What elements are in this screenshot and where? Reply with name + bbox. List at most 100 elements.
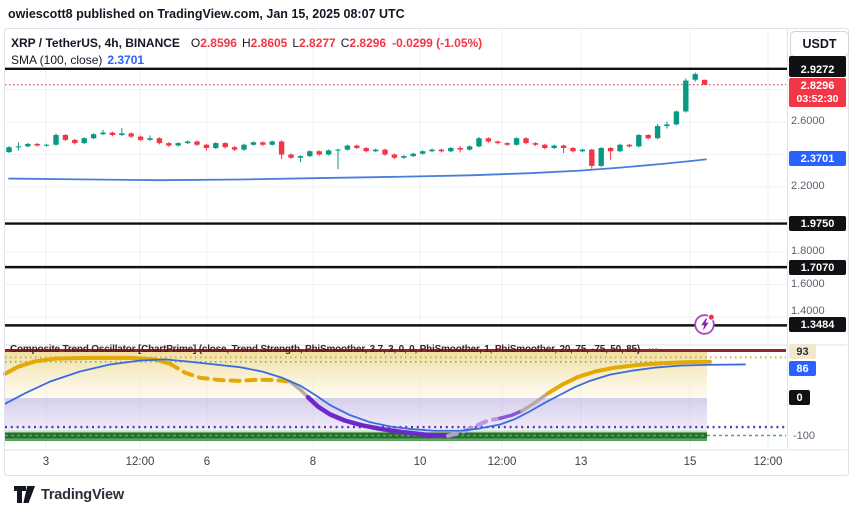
time-axis-label: 12:00	[754, 456, 783, 468]
candle-body	[458, 148, 463, 150]
chart-canvas[interactable]	[0, 0, 860, 510]
candle-body	[702, 80, 707, 85]
candle-body	[166, 143, 171, 145]
time-axis-label: 3	[43, 456, 49, 468]
candle-body	[439, 150, 444, 152]
price-axis-label: 1.4000	[791, 305, 825, 317]
price-badge: 1.3484	[789, 317, 846, 332]
candle-body	[147, 138, 152, 140]
oscillator-legend[interactable]: Composite Trend Oscillator [ChartPrime] …	[10, 344, 658, 355]
candle-body	[138, 137, 143, 140]
time-axis-label: 8	[310, 456, 316, 468]
symbol-title: XRP / TetherUS, 4h, BINANCE	[11, 36, 180, 50]
price-badge: 2.9272	[789, 62, 846, 77]
alert-lightning-icon[interactable]	[693, 312, 717, 336]
candle-body	[373, 150, 378, 152]
candle-body	[288, 155, 293, 158]
candle-body	[448, 148, 453, 151]
currency-unit-button[interactable]: USDT	[790, 31, 849, 57]
candle-body	[429, 150, 434, 152]
candle-body	[279, 142, 284, 155]
candle-body	[364, 148, 369, 151]
candle-body	[495, 142, 500, 144]
candle-body	[683, 81, 688, 112]
time-axis-label: 10	[414, 456, 427, 468]
candle-body	[213, 143, 218, 148]
candle-body	[664, 124, 669, 126]
candle-body	[627, 145, 632, 147]
price-axis-label: 2.6000	[791, 115, 825, 127]
candle-body	[53, 135, 58, 145]
candle-body	[345, 146, 350, 150]
price-badge: 2.3701	[789, 151, 846, 166]
sma-legend[interactable]: SMA (100, close) 2.3701	[11, 53, 144, 67]
candle-body	[16, 146, 21, 147]
ohlc-key: O	[191, 36, 200, 50]
candle-body	[204, 145, 209, 148]
candle-body	[674, 111, 679, 124]
sma-value: 2.3701	[107, 53, 144, 67]
symbol-legend[interactable]: XRP / TetherUS, 4h, BINANCE O2.8596H2.860…	[11, 36, 482, 50]
ohlc-key: H	[242, 36, 251, 50]
candle-body	[223, 143, 228, 147]
candle-body	[655, 126, 660, 138]
ohlc-values: O2.8596H2.8605L2.8277C2.8296	[186, 36, 386, 50]
time-axis-label: 15	[684, 456, 697, 468]
oscillator-min-label: -100	[793, 430, 815, 442]
ohlc-value: 2.8277	[299, 36, 336, 50]
candle-body	[307, 151, 312, 156]
price-axis-label: 1.8000	[791, 245, 825, 257]
candle-body	[599, 148, 604, 166]
candle-body	[119, 133, 124, 135]
candle-body	[636, 135, 641, 146]
candle-body	[35, 144, 40, 146]
oscillator-value-badge: 93	[789, 344, 816, 359]
candle-body	[411, 154, 416, 156]
candle-body	[6, 147, 11, 152]
candle-body	[185, 142, 190, 144]
candle-body	[570, 148, 575, 151]
candle-body	[251, 142, 256, 144]
time-axis-label: 12:00	[126, 456, 155, 468]
alert-dot	[708, 314, 714, 320]
candle-body	[523, 138, 528, 143]
tradingview-logo[interactable]: TradingView	[14, 486, 124, 503]
bar-countdown: 03:52:30	[789, 93, 846, 106]
candle-body	[382, 150, 387, 155]
candle-body	[505, 143, 510, 145]
candle-body	[232, 147, 237, 149]
more-options-icon[interactable]: ⋯	[648, 344, 658, 355]
candle-body	[552, 146, 557, 148]
price-badge: 2.829603:52:30	[789, 78, 846, 107]
candle-body	[693, 74, 698, 80]
candle-body	[176, 143, 181, 145]
candle-body	[326, 150, 331, 154]
candle-body	[514, 138, 519, 145]
candle-body	[392, 155, 397, 158]
candle-body	[617, 145, 622, 152]
candle-body	[486, 138, 491, 141]
candle-body	[298, 156, 303, 158]
candle-body	[467, 146, 472, 149]
last-price: 2.8296	[789, 80, 846, 93]
ohlc-value: 2.8296	[349, 36, 386, 50]
candle-body	[533, 143, 538, 145]
sma-label: SMA (100, close)	[11, 53, 102, 67]
candle-body	[91, 134, 96, 138]
drawn-level-lines	[5, 69, 787, 326]
tradingview-published-chart: owiescott8 published on TradingView.com,…	[0, 0, 860, 510]
change-value: -0.0299 (-1.05%)	[392, 36, 482, 50]
candle-body	[542, 145, 547, 148]
candle-body	[241, 145, 246, 150]
candle-body	[44, 145, 49, 146]
candle-body	[646, 135, 651, 138]
candle-body	[260, 142, 265, 144]
time-axis-label: 13	[575, 456, 588, 468]
candle-body	[110, 133, 115, 135]
price-axis-label: 1.6000	[791, 278, 825, 290]
oscillator-value-badge: 0	[789, 390, 810, 405]
candle-body	[317, 151, 322, 154]
price-axis-label: 2.2000	[791, 180, 825, 192]
price-badge: 1.9750	[789, 216, 846, 231]
candle-body	[194, 142, 199, 145]
